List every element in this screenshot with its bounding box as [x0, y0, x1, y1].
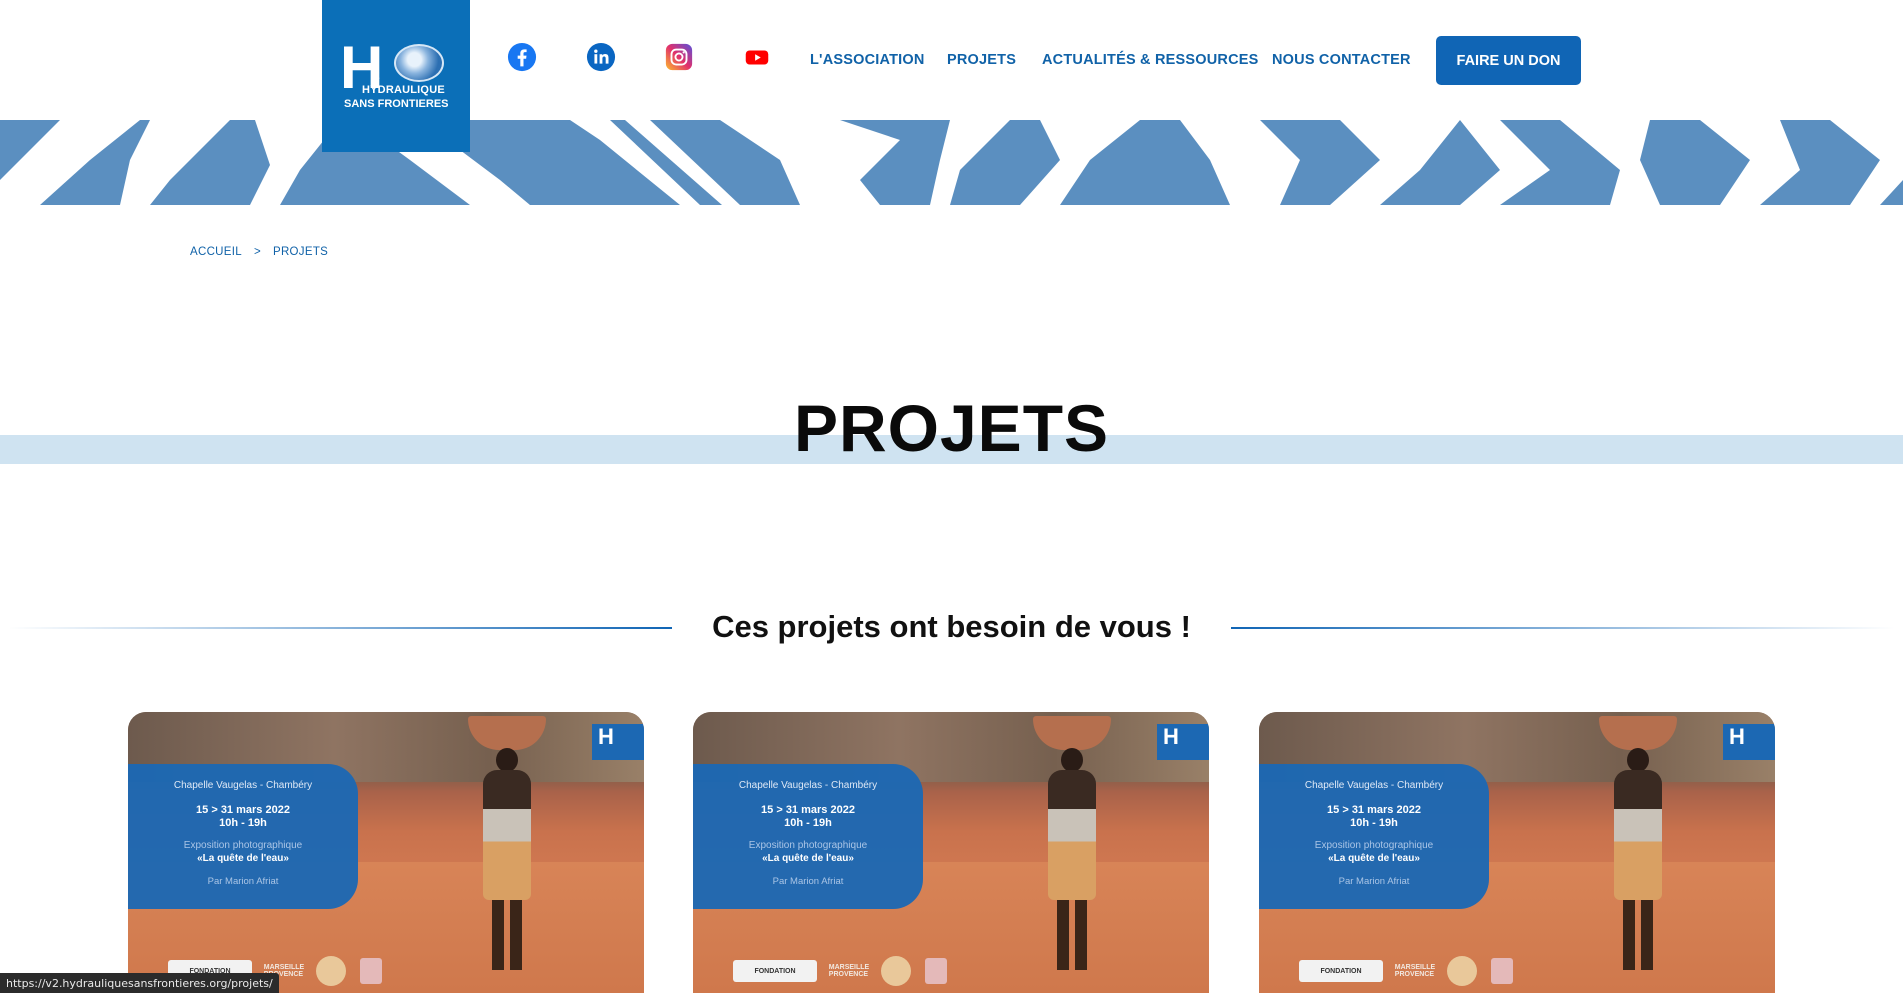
- nav-actualites[interactable]: ACTUALITÉS & RESSOURCES: [1042, 52, 1258, 68]
- donate-button[interactable]: FAIRE UN DON: [1436, 36, 1581, 85]
- logo-line-2: SANS FRONTIERES: [344, 98, 449, 110]
- page-title: PROJETS: [793, 391, 1110, 465]
- partner-logo: [360, 958, 382, 984]
- nav-contact[interactable]: NOUS CONTACTER: [1272, 52, 1411, 68]
- card-expo: Exposition photographique: [748, 840, 868, 851]
- project-card[interactable]: H Chapelle Vaugelas - Chambéry 15 > 31 m…: [128, 712, 644, 993]
- figure-legs: [1057, 900, 1087, 970]
- card-expo-title: «La quête de l'eau»: [762, 853, 854, 864]
- breadcrumb: ACCUEIL > PROJETS: [190, 246, 328, 258]
- instagram-icon: [665, 43, 693, 71]
- linkedin-icon: [586, 42, 616, 72]
- partner-logo: FONDATION: [733, 960, 817, 982]
- partner-logo: [1491, 958, 1513, 984]
- card-expo-title: «La quête de l'eau»: [197, 853, 289, 864]
- project-card[interactable]: H Chapelle Vaugelas - Chambéry 15 > 31 m…: [693, 712, 1209, 993]
- partner-logo: MARSEILLE PROVENCE: [828, 964, 870, 978]
- partner-logo: FONDATION: [1299, 960, 1383, 982]
- card-logo: H: [1723, 724, 1775, 760]
- globe-icon: [394, 44, 444, 82]
- section-divider-right: [1231, 627, 1895, 629]
- instagram-link[interactable]: [662, 40, 696, 74]
- partner-logo: MARSEILLE PROVENCE: [1394, 964, 1436, 978]
- partner-logo: [881, 956, 911, 986]
- facebook-link[interactable]: [505, 40, 539, 74]
- nav-projets[interactable]: PROJETS: [947, 52, 1016, 68]
- figure-head: [1061, 748, 1083, 772]
- figure-body: [1048, 770, 1096, 900]
- breadcrumb-separator: >: [253, 246, 261, 258]
- card-dates: 15 > 31 mars 2022: [761, 804, 855, 816]
- site-logo[interactable]: H 2 HYDRAULIQUE SANS FRONTIERES: [322, 0, 470, 152]
- figure-legs: [1623, 900, 1653, 970]
- card-dates: 15 > 31 mars 2022: [1327, 804, 1421, 816]
- card-hours: 10h - 19h: [784, 817, 832, 829]
- partner-logo: [1447, 956, 1477, 986]
- card-expo-title: «La quête de l'eau»: [1328, 853, 1420, 864]
- card-dates: 15 > 31 mars 2022: [196, 804, 290, 816]
- site-header: H 2 HYDRAULIQUE SANS FRONTIERES L'ASSOCI…: [0, 0, 1903, 152]
- card-venue: Chapelle Vaugelas - Chambéry: [738, 780, 878, 791]
- card-hours: 10h - 19h: [219, 817, 267, 829]
- figure-head: [496, 748, 518, 772]
- figure-body: [483, 770, 531, 900]
- brush-stroke-pattern: [0, 120, 1903, 205]
- section-divider-left: [8, 627, 672, 629]
- nav-association[interactable]: L'ASSOCIATION: [810, 52, 925, 68]
- card-venue: Chapelle Vaugelas - Chambéry: [1304, 780, 1444, 791]
- breadcrumb-current: PROJETS: [272, 246, 329, 258]
- youtube-link[interactable]: [740, 40, 774, 74]
- card-venue: Chapelle Vaugelas - Chambéry: [173, 780, 313, 791]
- youtube-icon: [745, 50, 769, 65]
- partner-logo: [925, 958, 947, 984]
- card-hours: 10h - 19h: [1350, 817, 1398, 829]
- card-partners: FONDATION MARSEILLE PROVENCE: [1299, 956, 1539, 986]
- linkedin-link[interactable]: [584, 40, 618, 74]
- facebook-icon: [507, 42, 537, 72]
- breadcrumb-home[interactable]: ACCUEIL: [190, 246, 242, 258]
- card-author: Par Marion Afriat: [207, 876, 279, 887]
- card-partners: FONDATION MARSEILLE PROVENCE: [733, 956, 973, 986]
- link-status-bar: https://v2.hydrauliquesansfrontieres.org…: [0, 973, 279, 993]
- card-expo: Exposition photographique: [1314, 840, 1434, 851]
- project-card[interactable]: H Chapelle Vaugelas - Chambéry 15 > 31 m…: [1259, 712, 1775, 993]
- figure-body: [1614, 770, 1662, 900]
- figure-head: [1627, 748, 1649, 772]
- card-expo: Exposition photographique: [183, 840, 303, 851]
- partner-logo: [316, 956, 346, 986]
- section-heading: Ces projets ont besoin de vous !: [712, 609, 1191, 644]
- card-logo: H: [1157, 724, 1209, 760]
- logo-subscript: 2: [373, 68, 380, 82]
- card-logo: H: [592, 724, 644, 760]
- card-author: Par Marion Afriat: [772, 876, 844, 887]
- card-author: Par Marion Afriat: [1338, 876, 1410, 887]
- header-banner: [0, 120, 1903, 205]
- figure-legs: [492, 900, 522, 970]
- logo-line-1: HYDRAULIQUE: [362, 84, 445, 96]
